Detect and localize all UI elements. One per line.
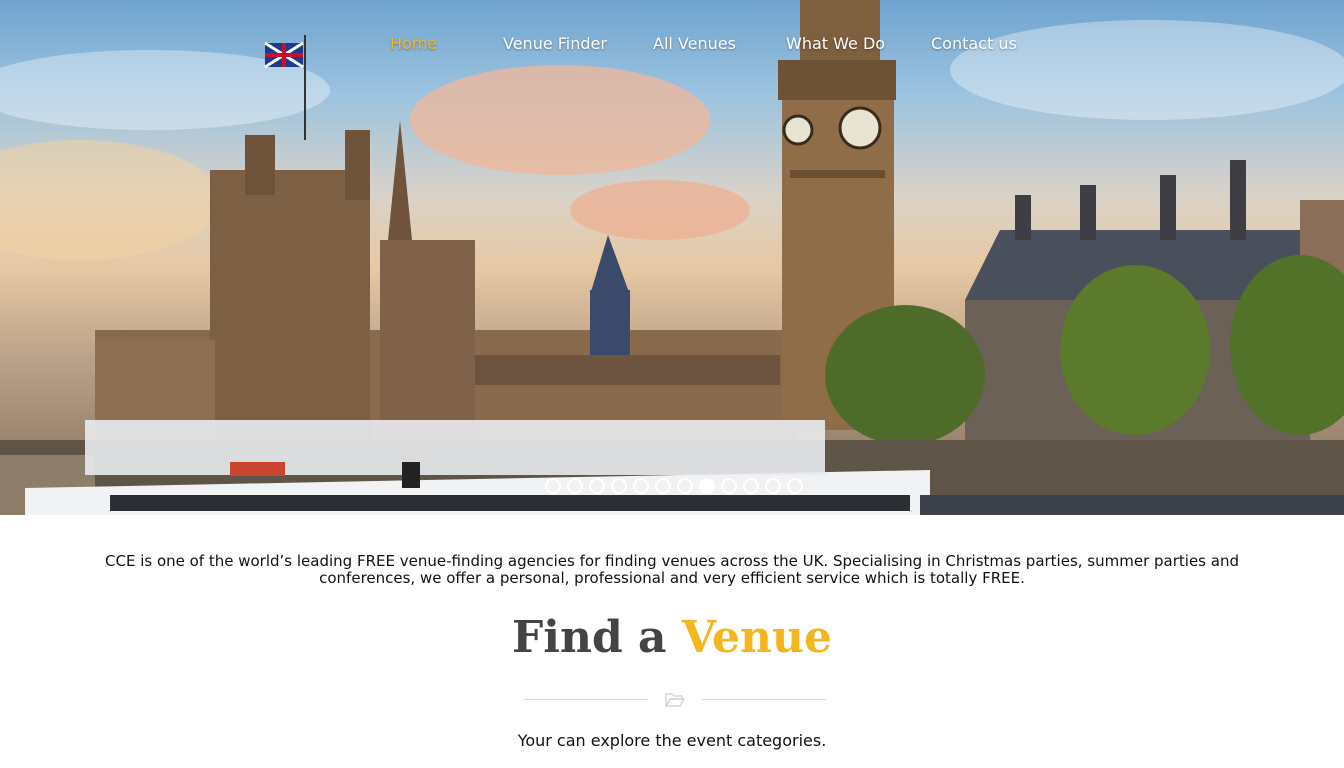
slider-dot[interactable] xyxy=(633,478,649,494)
hero-image-westminster xyxy=(0,0,1344,515)
nav-what-we-do[interactable]: What We Do xyxy=(786,34,885,53)
nav-venue-finder[interactable]: Venue Finder xyxy=(503,34,607,53)
hero-slider: Home Venue Finder All Venues What We Do … xyxy=(0,0,1344,515)
main-nav: Home Venue Finder All Venues What We Do … xyxy=(0,34,1344,58)
slider-dot[interactable] xyxy=(721,478,737,494)
nav-contact-us[interactable]: Contact us xyxy=(931,34,1017,53)
slider-dot[interactable] xyxy=(655,478,671,494)
slider-dot[interactable] xyxy=(611,478,627,494)
slider-dot[interactable] xyxy=(743,478,759,494)
slider-dot[interactable] xyxy=(589,478,605,494)
intro-text: CCE is one of the world’s leading FREE v… xyxy=(105,552,1239,587)
nav-home[interactable]: Home xyxy=(390,34,437,53)
divider-line-left xyxy=(524,699,648,700)
section-subtitle: Your can explore the event categories. xyxy=(517,731,827,750)
slider-dot[interactable] xyxy=(787,478,803,494)
slider-dot[interactable] xyxy=(765,478,781,494)
slider-pagination xyxy=(545,478,805,496)
nav-all-venues[interactable]: All Venues xyxy=(653,34,736,53)
slider-dot[interactable] xyxy=(545,478,561,494)
folder-open-icon xyxy=(665,693,685,707)
section-divider xyxy=(524,689,826,711)
section-title-part2: Venue xyxy=(681,612,832,663)
slider-dot[interactable] xyxy=(567,478,583,494)
section-title-part1: Find a xyxy=(512,612,667,663)
slider-dot[interactable] xyxy=(677,478,693,494)
slider-dot-active[interactable] xyxy=(699,478,715,494)
divider-line-right xyxy=(702,699,826,700)
section-title: Find a Venue xyxy=(0,610,1344,666)
